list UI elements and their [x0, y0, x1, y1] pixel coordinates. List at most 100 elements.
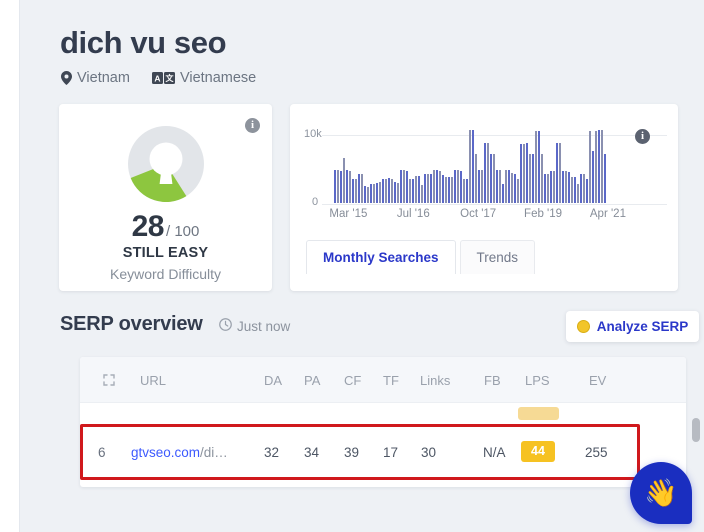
chart-tabs: Monthly Searches Trends	[306, 240, 535, 274]
waving-hand-icon: 👋	[644, 477, 678, 509]
serp-timestamp-label: Just now	[237, 319, 290, 334]
chart-bar	[514, 174, 516, 203]
serp-results-table: URL DA PA CF TF Links FB LPS EV 6 gtvseo…	[80, 357, 686, 487]
kd-score-value: 28	[132, 210, 164, 243]
chart-bar	[484, 143, 486, 203]
column-header-da[interactable]: DA	[264, 373, 282, 388]
chart-bar	[559, 143, 561, 203]
column-header-cf[interactable]: CF	[344, 373, 361, 388]
location-label: Vietnam	[77, 70, 130, 86]
cell-lps-badge: 44	[521, 441, 555, 462]
lps-badge-partial	[518, 407, 559, 420]
kd-score-denominator: / 100	[166, 223, 199, 240]
chart-bar	[412, 179, 414, 203]
chart-bar	[550, 171, 552, 203]
chart-bar	[604, 154, 606, 203]
coin-icon	[577, 320, 590, 333]
chart-bar	[415, 176, 417, 203]
column-header-url[interactable]: URL	[140, 373, 166, 388]
info-icon: i	[245, 118, 260, 133]
chart-bar	[346, 170, 348, 203]
keyword-meta: Vietnam A 文 Vietnamese	[61, 70, 256, 86]
chart-bar	[448, 177, 450, 203]
chart-bar	[469, 130, 471, 203]
tab-trends[interactable]: Trends	[460, 240, 536, 274]
chart-bar	[421, 185, 423, 203]
analyze-serp-button[interactable]: Analyze SERP	[566, 311, 699, 342]
column-header-ev[interactable]: EV	[589, 373, 606, 388]
chart-bar	[526, 143, 528, 203]
chart-bar	[358, 174, 360, 203]
clock-icon	[219, 318, 232, 334]
monthly-searches-card: 10k 0 i Mar '15Jul '16Oct '17Feb '19Apr …	[290, 104, 678, 291]
chart-bar	[475, 154, 477, 203]
chart-bar	[544, 174, 546, 203]
chart-bar	[481, 170, 483, 203]
cell-cf: 39	[344, 445, 359, 460]
chart-bars	[334, 130, 662, 203]
chart-bar	[523, 144, 525, 203]
x-axis-tick: Oct '17	[460, 208, 496, 220]
chart-bar	[493, 154, 495, 203]
table-scrollbar-thumb[interactable]	[692, 418, 700, 442]
chart-bar	[478, 170, 480, 203]
chart-bar	[373, 184, 375, 203]
chart-bar	[442, 175, 444, 203]
chart-bar	[370, 184, 372, 203]
column-header-links[interactable]: Links	[420, 373, 450, 388]
cell-url-path: /di…	[200, 445, 228, 460]
chart-bar	[487, 143, 489, 203]
chart-info-icon[interactable]: i	[635, 129, 650, 144]
chart-bar	[367, 187, 369, 203]
column-header-pa[interactable]: PA	[304, 373, 320, 388]
y-axis-tick-top: 10k	[304, 128, 322, 140]
chart-bar	[337, 170, 339, 203]
chart-bar	[580, 174, 582, 203]
page-content: dich vu seo Vietnam A 文 Vietnamese	[21, 0, 704, 532]
chart-bar	[541, 154, 543, 203]
keyword-difficulty-info-button[interactable]: i	[245, 118, 260, 133]
location-meta: Vietnam	[61, 70, 130, 86]
table-scrollbar-track[interactable]	[692, 399, 700, 485]
chart-bar	[364, 186, 366, 203]
language-meta: A 文 Vietnamese	[152, 70, 256, 86]
chart-bar	[394, 182, 396, 203]
chart-bar	[379, 182, 381, 203]
chart-bar	[355, 179, 357, 203]
expand-icon[interactable]	[103, 373, 115, 391]
tab-monthly-searches[interactable]: Monthly Searches	[306, 240, 456, 274]
chat-widget-button[interactable]: 👋	[630, 462, 692, 524]
translate-icon: A 文	[152, 72, 175, 84]
chart-bar	[505, 170, 507, 203]
cell-tf: 17	[383, 445, 398, 460]
chart-bar	[349, 171, 351, 203]
chart-bar	[532, 154, 534, 203]
serp-timestamp: Just now	[219, 318, 290, 334]
cell-url[interactable]: gtvseo.com/di…	[131, 445, 228, 460]
keyword-difficulty-donut	[120, 118, 212, 210]
analyze-serp-label: Analyze SERP	[597, 319, 689, 334]
column-header-fb[interactable]: FB	[484, 373, 501, 388]
chart-bar	[418, 176, 420, 203]
table-row[interactable]: 6 gtvseo.com/di… 32 34 39 17 30 N/A 44 2…	[80, 431, 686, 473]
chart-bar	[460, 171, 462, 203]
chart-bar	[565, 171, 567, 203]
chart-bar	[529, 154, 531, 203]
chart-bar	[538, 131, 540, 203]
svg-text:A: A	[154, 73, 160, 83]
language-label: Vietnamese	[180, 70, 256, 86]
serp-overview-title: SERP overview	[60, 313, 203, 336]
chart-bar	[586, 179, 588, 203]
chart-bar	[400, 170, 402, 203]
chart-bar	[562, 171, 564, 203]
chart-bar	[577, 184, 579, 203]
column-header-tf[interactable]: TF	[383, 373, 399, 388]
chart-bar	[454, 170, 456, 203]
keyword-difficulty-card: i 2	[59, 104, 272, 291]
left-rail	[0, 0, 20, 532]
chart-bar	[427, 174, 429, 203]
column-header-lps[interactable]: LPS	[525, 373, 550, 388]
chart-bar	[574, 177, 576, 203]
gridline-baseline	[322, 204, 667, 205]
table-row-partial[interactable]	[80, 403, 686, 431]
